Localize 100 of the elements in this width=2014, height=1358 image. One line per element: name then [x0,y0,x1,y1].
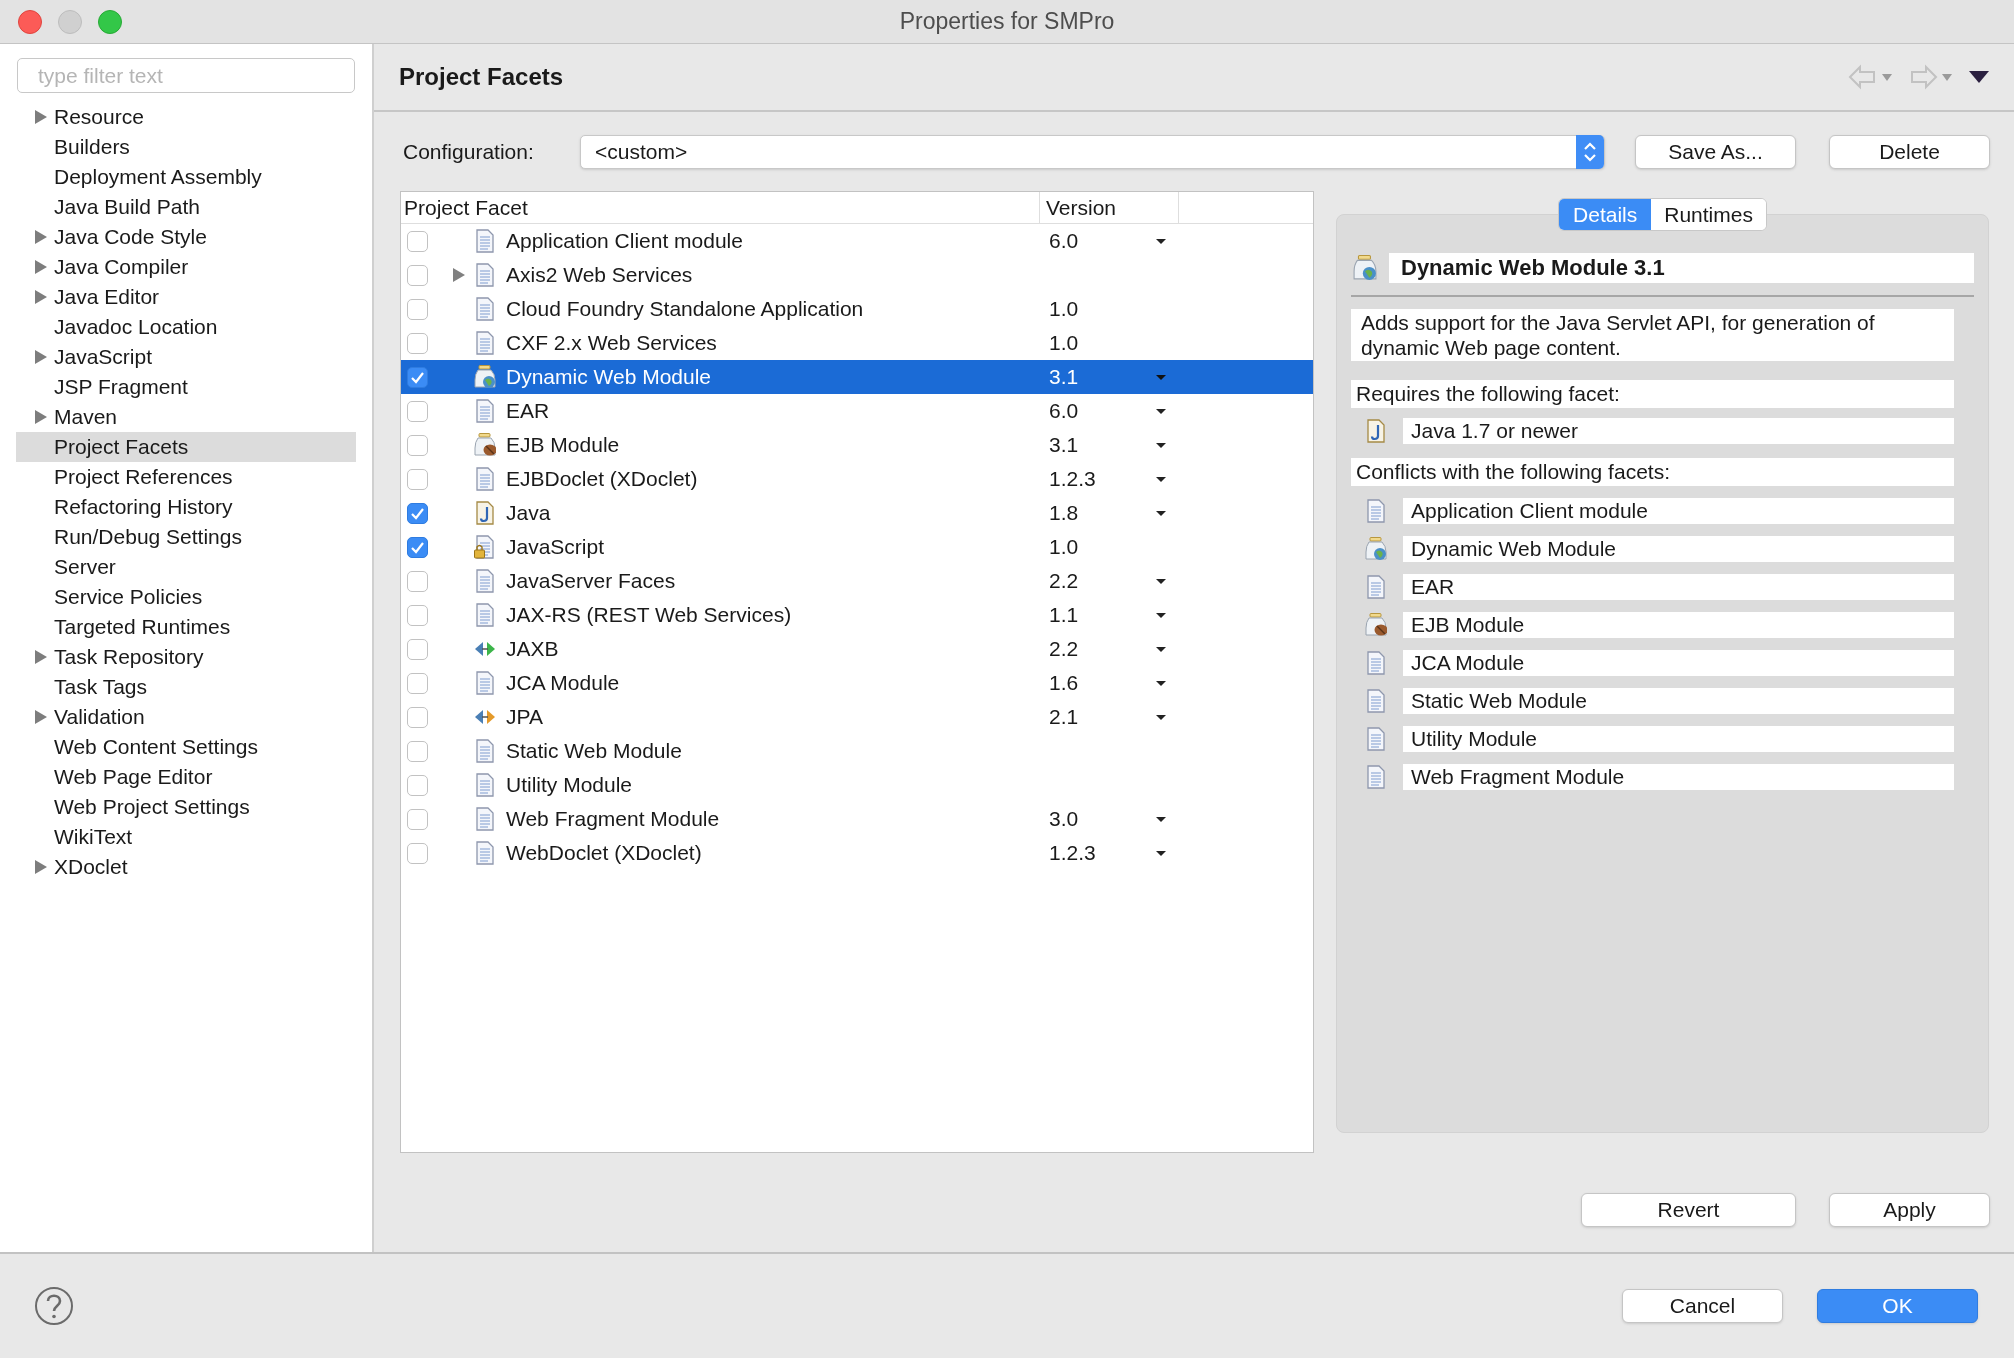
dropdown-arrow-icon[interactable] [1155,849,1167,857]
checkbox[interactable] [407,740,428,762]
table-row[interactable]: JAXB 2.2 [401,632,1313,666]
sidebar-item[interactable]: Web Page Editor [16,762,356,792]
table-row[interactable]: CXF 2.x Web Services 1.0 [401,326,1313,360]
column-header[interactable]: Project Facet [401,191,1040,224]
expand-arrow-icon[interactable] [34,859,48,875]
sidebar-item[interactable]: JavaScript [16,342,356,372]
expand-arrow-icon[interactable] [34,289,48,305]
dropdown-arrow-icon[interactable] [1155,407,1167,415]
table-row[interactable]: Dynamic Web Module 3.1 [401,360,1313,394]
sidebar-item[interactable]: Java Compiler [16,252,356,282]
table-row[interactable]: JPA 2.1 [401,700,1313,734]
checkbox[interactable] [407,332,428,354]
expand-arrow-icon[interactable] [34,109,48,125]
sidebar-item[interactable]: Resource [16,102,356,132]
sidebar-item[interactable]: Task Repository [16,642,356,672]
table-row[interactable]: JavaServer Faces 2.2 [401,564,1313,598]
checkbox[interactable] [407,230,428,252]
table-row[interactable]: WebDoclet (XDoclet) 1.2.3 [401,836,1313,870]
expand-arrow-icon[interactable] [34,349,48,365]
dropdown-arrow-icon[interactable] [1155,611,1167,619]
filter-field[interactable]: type filter text [17,58,355,93]
table-row[interactable]: JAX-RS (REST Web Services) 1.1 [401,598,1313,632]
table-row[interactable]: Java 1.8 [401,496,1313,530]
dialog-button[interactable]: Delete [1829,135,1990,169]
checkbox[interactable] [407,400,428,422]
dialog-button[interactable]: Revert [1581,1193,1796,1227]
expand-arrow-icon[interactable] [452,267,466,283]
expand-arrow-icon[interactable] [34,409,48,425]
sidebar-item[interactable]: Refactoring History [16,492,356,522]
expand-arrow-icon[interactable] [34,229,48,245]
checkbox[interactable] [407,570,428,592]
expand-arrow-icon[interactable] [34,649,48,665]
sidebar-item[interactable]: Java Editor [16,282,356,312]
sidebar-item[interactable]: Builders [16,132,356,162]
table-row[interactable]: EAR 6.0 [401,394,1313,428]
sidebar-item[interactable]: JSP Fragment [16,372,356,402]
checkbox[interactable] [407,706,428,728]
dialog-button[interactable]: Apply [1829,1193,1990,1227]
table-row[interactable]: EJBDoclet (XDoclet) 1.2.3 [401,462,1313,496]
close-button[interactable] [18,10,42,34]
dropdown-arrow-icon[interactable] [1155,441,1167,449]
sidebar-item[interactable]: Project Facets [16,432,356,462]
checkbox[interactable] [407,502,428,524]
dialog-button[interactable]: Save As... [1635,135,1796,169]
sidebar-item[interactable]: WikiText [16,822,356,852]
sidebar-item[interactable]: Maven [16,402,356,432]
checkbox[interactable] [407,536,428,558]
sidebar-item[interactable]: Targeted Runtimes [16,612,356,642]
sidebar-item[interactable]: Javadoc Location [16,312,356,342]
sidebar-item[interactable]: Service Policies [16,582,356,612]
dropdown-arrow-icon[interactable] [1155,815,1167,823]
checkbox[interactable] [407,366,428,388]
sidebar-item[interactable]: Java Build Path [16,192,356,222]
table-row[interactable]: JCA Module 1.6 [401,666,1313,700]
dropdown-arrow-icon[interactable] [1155,475,1167,483]
sidebar-item[interactable]: Web Content Settings [16,732,356,762]
checkbox[interactable] [407,604,428,626]
column-header[interactable]: Version [1040,191,1179,224]
dropdown-arrow-icon[interactable] [1155,679,1167,687]
checkbox[interactable] [407,672,428,694]
checkbox[interactable] [407,264,428,286]
sidebar-item[interactable]: Deployment Assembly [16,162,356,192]
checkbox[interactable] [407,808,428,830]
table-row[interactable]: EJB Module 3.1 [401,428,1313,462]
zoom-button[interactable] [98,10,122,34]
sidebar-item[interactable]: Java Code Style [16,222,356,252]
checkbox[interactable] [407,434,428,456]
checkbox[interactable] [407,774,428,796]
sidebar-item[interactable]: XDoclet [16,852,356,882]
sidebar-item[interactable]: Run/Debug Settings [16,522,356,552]
checkbox[interactable] [407,468,428,490]
configuration-combo[interactable]: <custom> [580,135,1605,169]
sidebar-item[interactable]: Task Tags [16,672,356,702]
sidebar-item[interactable]: Validation [16,702,356,732]
dropdown-arrow-icon[interactable] [1155,577,1167,585]
table-row[interactable]: Static Web Module [401,734,1313,768]
dialog-button[interactable]: Cancel [1622,1289,1783,1323]
back-icon[interactable] [1848,64,1894,90]
expand-arrow-icon[interactable] [34,709,48,725]
dropdown-arrow-icon[interactable] [1155,237,1167,245]
checkbox[interactable] [407,298,428,320]
help-icon[interactable] [34,1286,74,1326]
table-row[interactable]: Application Client module 6.0 [401,224,1313,258]
expand-arrow-icon[interactable] [34,259,48,275]
forward-icon[interactable] [1908,64,1954,90]
dropdown-arrow-icon[interactable] [1155,509,1167,517]
dropdown-arrow-icon[interactable] [1155,645,1167,653]
checkbox[interactable] [407,638,428,660]
table-row[interactable]: JavaScript 1.0 [401,530,1313,564]
checkbox[interactable] [407,842,428,864]
sidebar-item[interactable]: Project References [16,462,356,492]
sidebar-item[interactable]: Server [16,552,356,582]
dropdown-arrow-icon[interactable] [1155,713,1167,721]
sidebar-item[interactable]: Web Project Settings [16,792,356,822]
menu-icon[interactable] [1968,70,1990,84]
table-row[interactable]: Utility Module [401,768,1313,802]
table-row[interactable]: Axis2 Web Services [401,258,1313,292]
table-row[interactable]: Cloud Foundry Standalone Application 1.0 [401,292,1313,326]
